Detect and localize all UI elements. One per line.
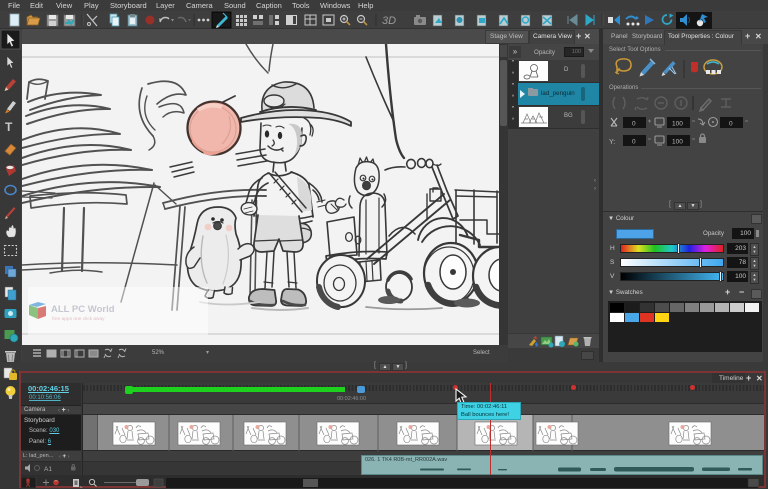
svg-text:0: 0 bbox=[632, 121, 636, 128]
svg-text:0: 0 bbox=[632, 139, 636, 146]
svg-text:100: 100 bbox=[672, 139, 683, 146]
svg-text:Y:: Y: bbox=[609, 139, 615, 146]
svg-text:T: T bbox=[5, 120, 13, 134]
svg-text:free apps one click away: free apps one click away bbox=[52, 316, 105, 322]
svg-text:A1: A1 bbox=[44, 466, 52, 473]
svg-text:0: 0 bbox=[729, 121, 733, 128]
svg-text:ALL PC World: ALL PC World bbox=[51, 304, 115, 315]
svg-text:100: 100 bbox=[672, 121, 683, 128]
svg-text:3D: 3D bbox=[382, 15, 396, 27]
